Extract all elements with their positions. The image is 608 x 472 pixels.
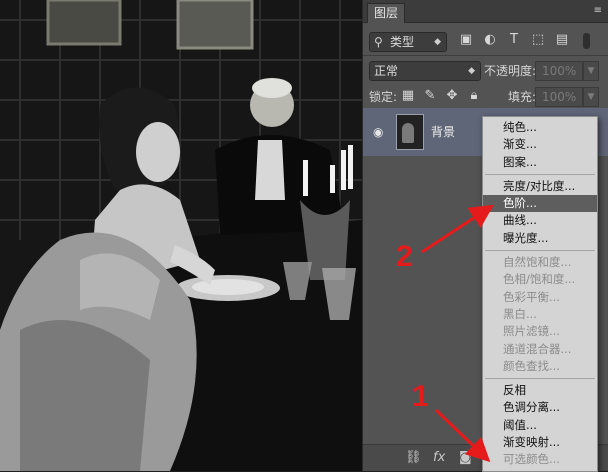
blend-mode-select[interactable]: 正常 ◆ — [369, 61, 481, 81]
menu-item-exposure[interactable]: 曝光度... — [483, 230, 597, 247]
menu-item-hue-saturation: 色相/饱和度... — [503, 272, 576, 287]
opacity-input[interactable]: 100% — [535, 61, 583, 81]
lock-label: 锁定: — [369, 90, 398, 104]
mask-icon[interactable]: ◙ — [459, 450, 472, 465]
opacity-stepper[interactable]: ▼ — [583, 61, 599, 81]
menu-item-color-lookup: 颜色查找... — [503, 358, 560, 373]
lock-paint-icon[interactable]: ✎ — [423, 89, 437, 103]
layer-name: 背景 — [431, 125, 456, 139]
filter-row: ⚲ 类型 ◆ ▣ ◐ T ⬚ ▤ — [363, 27, 608, 55]
menu-item-selective-color: 可选颜色... — [503, 452, 560, 467]
blend-row: 正常 ◆ 不透明度: 100% ▼ — [363, 58, 608, 86]
menu-item-gradient[interactable]: 渐变... — [483, 136, 597, 153]
menu-item-solid-color[interactable]: 纯色... — [483, 119, 597, 136]
panel-menu-icon[interactable]: ≡ — [594, 5, 602, 16]
image-filter-icon[interactable]: ▣ — [459, 33, 473, 47]
type-filter-icon[interactable]: T — [507, 33, 521, 47]
opacity-label: 不透明度: — [484, 64, 537, 78]
menu-item-levels[interactable]: 色阶... — [483, 195, 597, 213]
filter-kind-label: 类型 — [390, 35, 415, 49]
menu-separator — [485, 378, 595, 380]
callout-2: 2 — [396, 240, 413, 273]
menu-item-pattern[interactable]: 图案... — [483, 154, 597, 171]
divider — [363, 55, 608, 56]
fill-input[interactable]: 100% — [535, 87, 583, 107]
layer-thumbnail — [396, 114, 424, 150]
shape-filter-icon[interactable]: ⬚ — [531, 33, 545, 47]
menu-item-photo-filter: 照片滤镜... — [503, 324, 560, 339]
blend-mode-value: 正常 — [374, 64, 399, 78]
lock-all-icon[interactable]: 🔒︎ — [467, 89, 481, 103]
lock-transparent-icon[interactable]: ▦ — [401, 89, 415, 103]
menu-item-curves[interactable]: 曲线... — [483, 212, 597, 229]
filter-kind-select[interactable]: ⚲ 类型 ◆ — [369, 32, 447, 52]
panel-tab-bar: 图层 ≡ — [363, 0, 608, 23]
link-layers-icon[interactable]: ⛓︎ — [405, 450, 422, 465]
adjustment-filter-icon[interactable]: ◐ — [483, 33, 497, 47]
menu-item-posterize[interactable]: 色调分离... — [483, 399, 597, 416]
menu-item-black-white: 黑白... — [503, 306, 537, 321]
fx-icon[interactable]: fx — [433, 450, 445, 465]
photo-artwork — [0, 0, 362, 471]
menu-item-color-balance: 色彩平衡... — [503, 289, 560, 304]
menu-item-invert[interactable]: 反相 — [483, 382, 597, 399]
callout-1: 1 — [412, 380, 429, 413]
menu-separator — [485, 250, 595, 252]
menu-item-vibrance: 自然饱和度... — [503, 255, 572, 270]
lock-position-icon[interactable]: ✥ — [445, 89, 459, 103]
menu-separator — [485, 173, 595, 175]
document-canvas[interactable] — [0, 0, 362, 471]
fill-label: 填充: — [508, 90, 537, 104]
tab-layers[interactable]: 图层 — [367, 3, 406, 23]
menu-item-channel-mixer: 通道混合器... — [503, 341, 572, 356]
chevron-down-icon: ◆ — [468, 66, 475, 76]
filter-toggle[interactable] — [583, 33, 590, 49]
smartobject-filter-icon[interactable]: ▤ — [555, 33, 569, 47]
eye-icon[interactable]: ◉ — [373, 125, 383, 139]
menu-item-threshold[interactable]: 阈值... — [483, 417, 597, 434]
chevron-down-icon: ◆ — [434, 37, 441, 47]
search-icon: ⚲ — [374, 35, 383, 49]
menu-item-gradient-map[interactable]: 渐变映射... — [483, 434, 597, 451]
adjustment-layer-menu: 纯色... 渐变... 图案... 亮度/对比度... 色阶... 曲线... … — [482, 116, 598, 472]
menu-item-brightness-contrast[interactable]: 亮度/对比度... — [483, 178, 597, 195]
fill-stepper[interactable]: ▼ — [583, 87, 599, 107]
